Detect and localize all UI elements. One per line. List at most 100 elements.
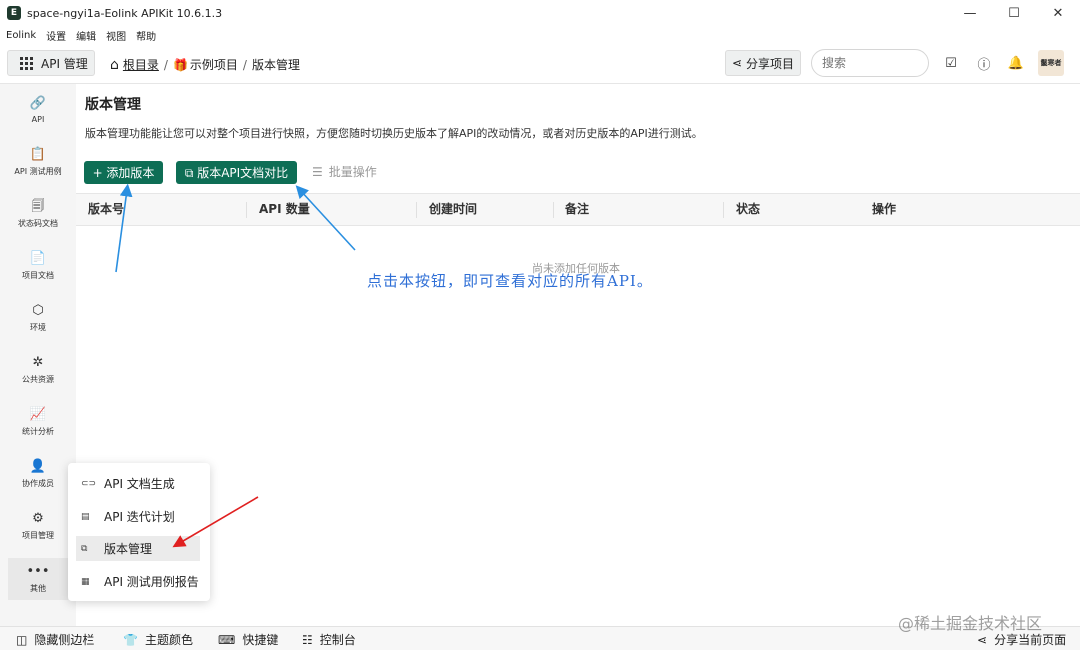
header: API 管理 ⌂ 根目录 / 🎁 示例项目 / 版本管理 ⋖ 分享项目 ☑ ⓘ … xyxy=(0,44,1080,84)
file-icon: 📄 xyxy=(29,251,47,266)
search-input[interactable] xyxy=(811,49,929,77)
api-management-button[interactable]: API 管理 xyxy=(7,50,95,76)
menu-item-label: API 测试用例报告 xyxy=(104,575,199,589)
menu-settings[interactable]: 设置 xyxy=(46,28,66,43)
grid-icon xyxy=(20,56,33,70)
menu-item-label: 版本管理 xyxy=(104,542,153,556)
document-icon: 🗐 xyxy=(31,199,45,214)
annotation-text: 点击本按钮，即可查看对应的所有API。 xyxy=(367,272,653,290)
sidebar-item-project-management[interactable]: ⚙ 项目管理 xyxy=(0,502,76,550)
breadcrumb-root[interactable]: 根目录 xyxy=(123,56,159,73)
puzzle-icon: ✲ xyxy=(32,355,44,370)
avatar[interactable]: 鬣寒者 xyxy=(1038,50,1064,76)
menu-item-version-management[interactable]: ⧉ 版本管理 xyxy=(76,536,200,561)
bell-icon[interactable]: 🔔 xyxy=(1007,54,1025,72)
cube-icon: ⬡ xyxy=(32,303,44,318)
column-header-version: 版本号 xyxy=(88,202,125,216)
hide-sidebar-button[interactable]: ◫ 隐藏侧边栏 xyxy=(16,631,94,648)
menu-item-api-iteration-plan[interactable]: ▤ API 迭代计划 xyxy=(76,504,200,529)
sidebar-item-environment[interactable]: ⬡ 环境 xyxy=(0,294,76,342)
menu-edit[interactable]: 编辑 xyxy=(76,28,96,43)
breadcrumb: ⌂ 根目录 / 🎁 示例项目 / 版本管理 xyxy=(110,56,300,73)
app-logo-icon: E xyxy=(7,6,21,20)
sidebar-item-public-resources[interactable]: ✲ 公共资源 xyxy=(0,346,76,394)
breadcrumb-project[interactable]: 示例项目 xyxy=(190,56,238,73)
calendar-icon: ▤ xyxy=(81,511,90,522)
sidebar-item-label: 项目文档 xyxy=(22,271,54,280)
page-title: 版本管理 xyxy=(85,97,141,113)
menu-item-label: API 文档生成 xyxy=(104,477,175,491)
title-bar: E space-ngyi1a-Eolink APIKit 10.6.1.3 — … xyxy=(0,0,1080,26)
share-icon: ⋖ xyxy=(731,56,743,70)
sidebar-item-label: 统计分析 xyxy=(22,427,54,436)
compare-docs-button[interactable]: ⧉ 版本API文档对比 xyxy=(176,161,297,184)
sidebar-item-api-test-cases[interactable]: 📋 API 测试用例 xyxy=(0,138,76,186)
sidebar-item-other[interactable]: ••• 其他 xyxy=(8,558,68,600)
help-icon[interactable]: ⓘ xyxy=(975,54,993,73)
sidebar-item-label: API 测试用例 xyxy=(14,167,62,176)
menu-item-api-test-report[interactable]: ▦ API 测试用例报告 xyxy=(76,569,200,594)
report-icon: ▦ xyxy=(81,576,90,587)
sidebar-item-label: 公共资源 xyxy=(22,375,54,384)
minimize-button[interactable]: — xyxy=(948,0,992,26)
watermark: @稀土掘金技术社区 xyxy=(898,614,1043,633)
column-header-remarks: 备注 xyxy=(565,202,590,216)
sidebar-item-status-codes[interactable]: 🗐 状态码文档 xyxy=(0,190,76,238)
shirt-icon: 👕 xyxy=(123,632,138,647)
breadcrumb-separator: / xyxy=(163,57,168,72)
menu-view[interactable]: 视图 xyxy=(106,28,126,43)
column-header-api-count: API 数量 xyxy=(259,202,310,216)
home-icon: ⌂ xyxy=(110,56,119,73)
window-controls: — ☐ ✕ xyxy=(948,0,1080,26)
user-icon: 👤 xyxy=(29,459,47,474)
keyboard-icon: ⌨ xyxy=(218,632,236,647)
page-description: 版本管理功能能让您可以对整个项目进行快照，方便您随时切换历史版本了解API的改动… xyxy=(85,127,703,140)
sidebar-item-label: API xyxy=(31,115,45,124)
sidebar-item-label: 环境 xyxy=(30,323,46,332)
sidebar: 🔗 API 📋 API 测试用例 🗐 状态码文档 📄 项目文档 ⬡ 环境 ✲ 公… xyxy=(0,84,76,626)
share-icon: ⋖ xyxy=(977,632,988,647)
main-content: 版本管理 版本管理功能能让您可以对整个项目进行快照，方便您随时切换历史版本了解A… xyxy=(76,84,1080,626)
sidebar-icon: ◫ xyxy=(16,632,28,647)
console-button[interactable]: ☷ 控制台 xyxy=(302,631,356,648)
share-project-button[interactable]: ⋖ 分享项目 xyxy=(725,50,801,76)
gift-icon: 🎁 xyxy=(172,57,188,72)
menu-item-label: API 迭代计划 xyxy=(104,510,175,524)
more-icon: ••• xyxy=(26,564,50,579)
shortcuts-button[interactable]: ⌨ 快捷键 xyxy=(218,631,278,648)
checklist-icon[interactable]: ☑ xyxy=(942,54,960,72)
menu-item-api-doc-generation[interactable]: ⊂⊃ API 文档生成 xyxy=(76,471,200,496)
theme-color-label: 主题颜色 xyxy=(144,633,193,647)
window-title: space-ngyi1a-Eolink APIKit 10.6.1.3 xyxy=(27,6,223,20)
menu-help[interactable]: 帮助 xyxy=(136,28,156,43)
api-management-label: API 管理 xyxy=(41,56,88,71)
sidebar-item-members[interactable]: 👤 协作成员 xyxy=(0,450,76,498)
sidebar-item-project-docs[interactable]: 📄 项目文档 xyxy=(0,242,76,290)
sidebar-item-statistics[interactable]: 📈 统计分析 xyxy=(0,398,76,446)
gear-icon: ⚙ xyxy=(32,511,44,526)
table-header: 版本号 API 数量 创建时间 备注 状态 操作 xyxy=(76,193,1080,226)
menu-eolink[interactable]: Eolink xyxy=(6,30,36,41)
column-header-status: 状态 xyxy=(736,202,761,216)
sidebar-item-label: 状态码文档 xyxy=(18,219,58,228)
console-label: 控制台 xyxy=(319,633,356,647)
add-version-button[interactable]: + 添加版本 xyxy=(84,161,163,184)
maximize-button[interactable]: ☐ xyxy=(992,0,1036,26)
clipboard-icon: 📋 xyxy=(29,147,47,162)
breadcrumb-separator: / xyxy=(242,57,247,72)
share-project-label: 分享项目 xyxy=(746,56,795,71)
copy-icon: ⧉ xyxy=(81,543,88,554)
menu-bar: Eolink 设置 编辑 视图 帮助 xyxy=(0,26,1080,44)
shortcuts-label: 快捷键 xyxy=(242,633,279,647)
sidebar-item-api[interactable]: 🔗 API xyxy=(0,86,76,134)
column-header-actions: 操作 xyxy=(872,202,897,216)
theme-color-button[interactable]: 👕 主题颜色 xyxy=(123,631,193,648)
sidebar-item-label: 其他 xyxy=(30,584,46,593)
sidebar-item-label: 协作成员 xyxy=(22,479,54,488)
column-header-created-time: 创建时间 xyxy=(429,202,478,216)
close-button[interactable]: ✕ xyxy=(1036,0,1080,26)
sidebar-item-label: 项目管理 xyxy=(22,531,54,540)
batch-operations-label: 批量操作 xyxy=(328,165,377,179)
list-icon: ☰ xyxy=(312,164,323,179)
batch-operations-button[interactable]: ☰ 批量操作 xyxy=(312,163,377,180)
